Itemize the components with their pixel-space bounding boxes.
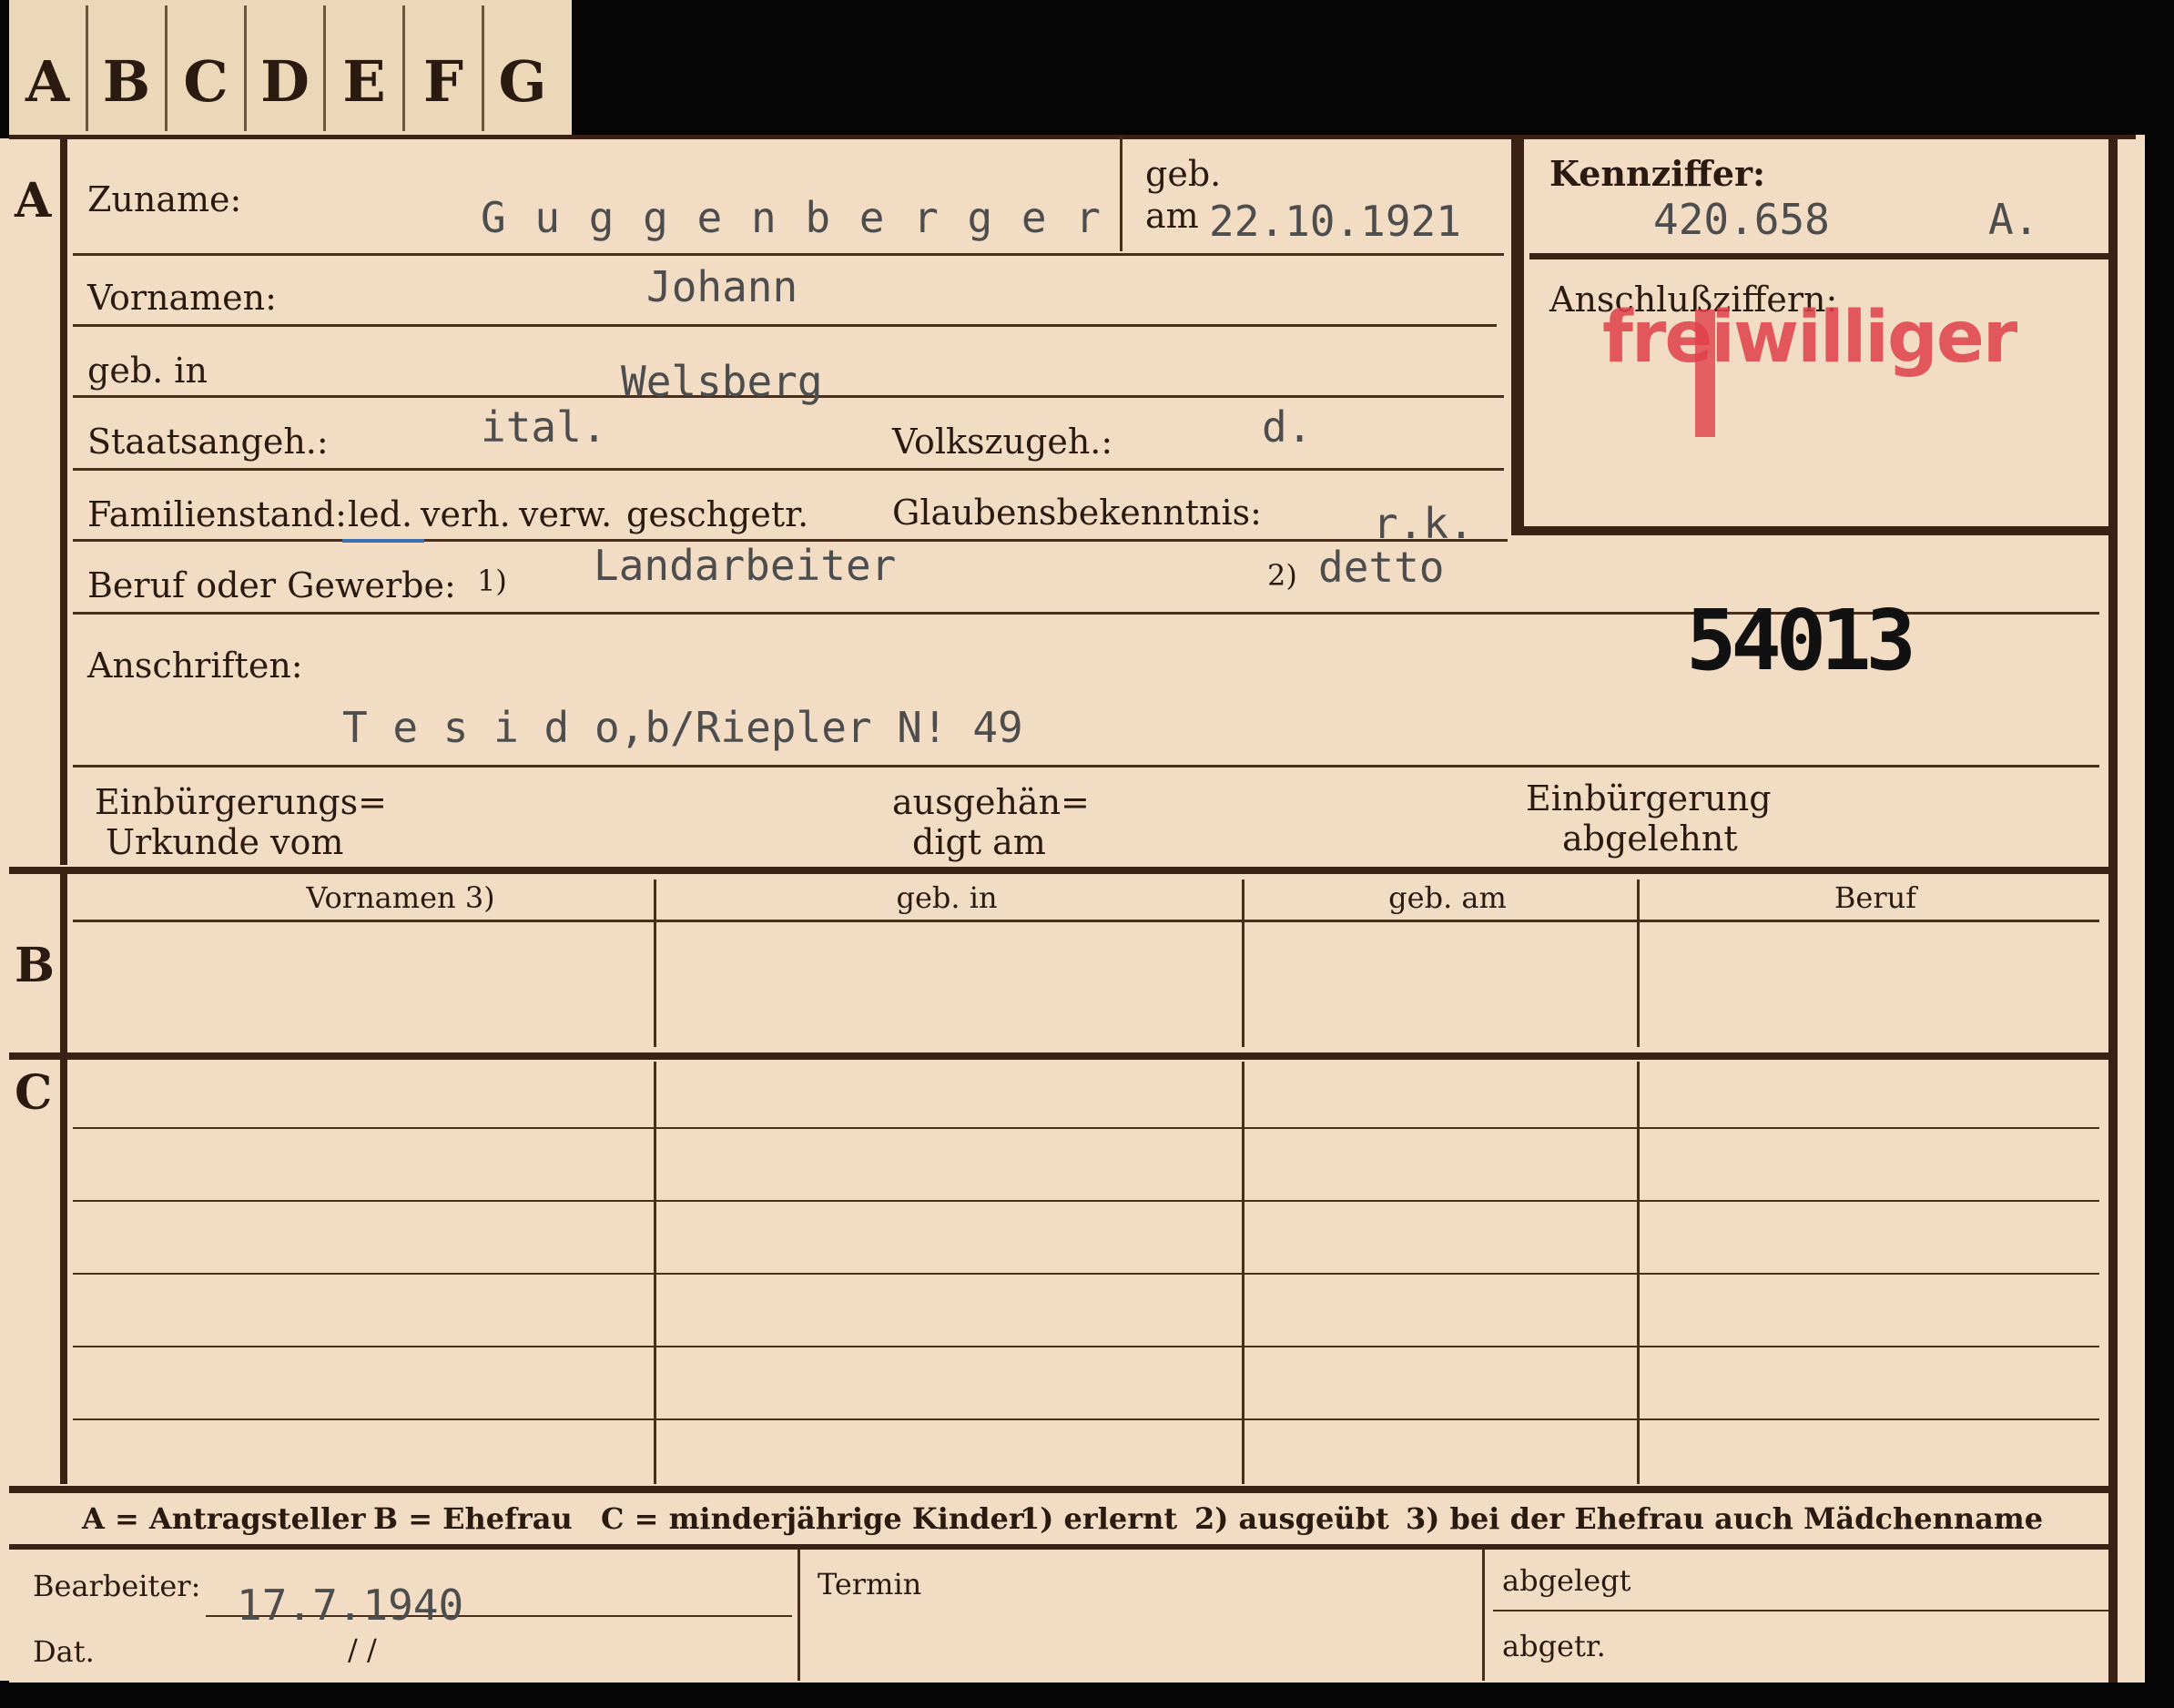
label-anschriften: Anschriften:	[87, 646, 303, 686]
line-section-b-end	[9, 1052, 2108, 1060]
value-glaubensbekenntnis: r.k.	[1373, 499, 1474, 548]
tab-b[interactable]: B	[88, 5, 168, 131]
familienstand-option-verw[interactable]: verw.	[519, 497, 612, 532]
label-einbuergerungs-urkunde-2: Urkunde vom	[106, 822, 344, 862]
footer-divider-1	[797, 1550, 800, 1681]
line-staatsangeh	[73, 468, 1504, 471]
tab-c[interactable]: C	[168, 5, 247, 131]
index-card: { "tabs": ["A", "B", "C", "D", "E", "F",…	[0, 0, 2174, 1708]
label-abgelegt: abgelegt	[1502, 1563, 1631, 1598]
section-a-label: A	[15, 173, 52, 229]
label-dat: Dat.	[33, 1634, 95, 1669]
value-staatsangeh: ital.	[481, 402, 607, 452]
col-divider-b3	[1637, 879, 1640, 1047]
line-vornamen	[73, 324, 1497, 327]
table-row	[73, 1418, 2099, 1420]
table-row	[73, 1273, 2099, 1275]
value-dat: / /	[348, 1632, 377, 1667]
label-zuname: Zuname:	[87, 179, 242, 219]
right-border	[2108, 135, 2118, 1683]
table-header-vornamen: Vornamen 3)	[306, 880, 495, 915]
table-row	[73, 1346, 2099, 1347]
familienstand-option-gesch[interactable]: gesch.	[626, 497, 739, 532]
label-staatsangeh: Staatsangeh.:	[87, 422, 329, 462]
value-vornamen: Johann	[646, 262, 798, 311]
legend-f1: 1) erlernt	[1020, 1501, 1178, 1536]
table-row	[73, 1127, 2099, 1129]
line-anschriften	[73, 765, 2099, 768]
legend-f2: 2) ausgeübt	[1194, 1501, 1389, 1536]
value-beruf-1: Landarbeiter	[594, 541, 897, 590]
value-kennziffer: 420.658	[1653, 195, 1830, 244]
line-section-c-end	[9, 1486, 2108, 1493]
label-ausgehaen-2: digt am	[912, 822, 1046, 862]
tab-f[interactable]: F	[405, 5, 484, 131]
kennziffer-box-bottom	[1511, 526, 2108, 535]
section-bc-divider	[60, 874, 67, 1484]
line-section-a-end	[9, 867, 2108, 874]
line-zuname	[73, 253, 1504, 256]
line-geb-divider	[1120, 137, 1123, 251]
value-volkszugeh: d.	[1262, 402, 1313, 452]
table-header-geb-in: geb. in	[896, 880, 998, 915]
label-kennziffer: Kennziffer:	[1549, 153, 1766, 194]
bottom-edge	[0, 1681, 2174, 1708]
label-geb: geb.	[1145, 154, 1222, 194]
label-beruf-fn2: 2)	[1267, 558, 1297, 593]
footer-line-abgelegt	[1493, 1610, 2108, 1611]
label-volkszugeh: Volkszugeh.:	[892, 422, 1113, 462]
stamp-red-bar	[1695, 310, 1715, 437]
label-ausgehaen-1: ausgehän=	[892, 782, 1090, 822]
label-glaubensbekenntnis: Glaubensbekenntnis:	[892, 493, 1262, 533]
legend-b: B = Ehefrau	[373, 1501, 573, 1536]
label-familienstand: Familienstand:	[87, 494, 347, 534]
label-beruf-fn1: 1)	[477, 564, 507, 598]
label-einbuergerungs-urkunde-1: Einbürgerungs=	[95, 782, 387, 822]
label-abgetr: abgetr.	[1502, 1629, 1606, 1663]
tab-a[interactable]: A	[9, 5, 88, 131]
legend-f3: 3) bei der Ehefrau auch Mädchenname	[1406, 1501, 2044, 1536]
top-border	[9, 135, 2136, 139]
line-legend-end	[9, 1544, 2108, 1550]
label-geb-in: geb. in	[87, 351, 208, 391]
tab-e[interactable]: E	[326, 5, 405, 131]
footer-divider-2	[1482, 1550, 1485, 1681]
col-divider-b2	[1242, 879, 1244, 1047]
section-c-label: C	[15, 1065, 53, 1121]
stamp-number: 54013	[1686, 592, 1916, 689]
label-einbuergerung-abgelehnt-1: Einbürgerung	[1526, 778, 1772, 818]
section-a-divider	[60, 137, 67, 865]
label-bearbeiter: Bearbeiter:	[33, 1569, 201, 1603]
familienstand-option-getr[interactable]: getr.	[728, 497, 808, 532]
label-beruf: Beruf oder Gewerbe:	[87, 565, 456, 605]
value-kennziffer-suffix: A.	[1988, 195, 2039, 244]
kennziffer-box-left	[1511, 135, 1524, 535]
familienstand-option-verh[interactable]: verh.	[421, 497, 511, 532]
legend-a: A = Antragsteller	[82, 1501, 366, 1536]
tab-g[interactable]: G	[484, 5, 561, 131]
stamp-freiwilliger: freiwilliger	[1602, 297, 2017, 379]
line-header	[73, 920, 2099, 922]
label-am: am	[1145, 196, 1199, 236]
familienstand-underline	[342, 539, 424, 543]
kennziffer-box-mid	[1529, 253, 2108, 259]
value-geb-am: 22.10.1921	[1209, 197, 1461, 246]
section-b-label: B	[15, 938, 55, 993]
label-einbuergerung-abgelehnt-2: abgelehnt	[1562, 818, 1738, 859]
value-bearbeiter: 17.7.1940	[237, 1581, 464, 1630]
label-vornamen: Vornamen:	[87, 278, 277, 318]
familienstand-option-led[interactable]: led.	[348, 497, 412, 532]
table-header-geb-am: geb. am	[1388, 880, 1507, 915]
right-edge	[2145, 0, 2174, 1708]
value-geb-in: Welsberg	[621, 357, 823, 406]
table-header-beruf: Beruf	[1834, 880, 1917, 915]
value-anschrift: T e s i d o,b/Riepler N! 49	[342, 703, 1023, 752]
col-divider-b1	[654, 879, 656, 1047]
tab-d[interactable]: D	[247, 5, 326, 131]
value-zuname: G u g g e n b e r g e r	[481, 193, 1102, 242]
table-row	[73, 1200, 2099, 1202]
value-beruf-2: detto	[1318, 543, 1445, 592]
legend-c: C = minderjährige Kinder	[601, 1501, 1024, 1536]
label-termin: Termin	[818, 1567, 922, 1601]
